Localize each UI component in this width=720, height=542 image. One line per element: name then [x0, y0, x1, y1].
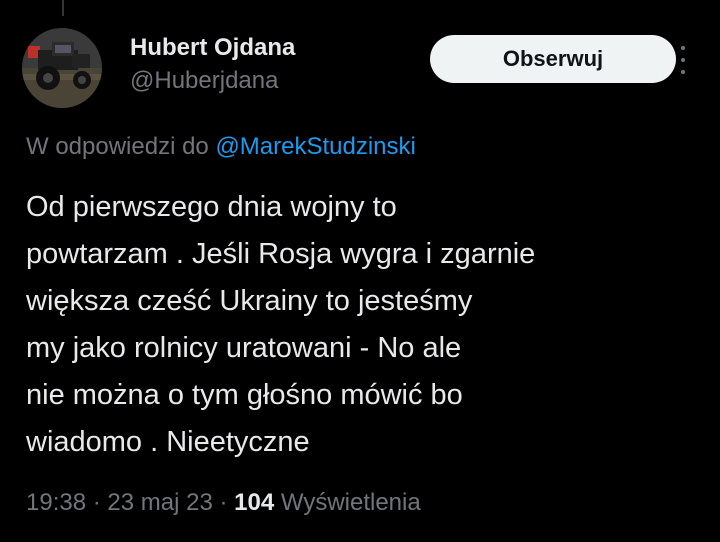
- follow-button[interactable]: Obserwuj: [430, 35, 676, 83]
- tweet-line: powtarzam . Jeśli Rosja wygra i zgarnie: [26, 238, 536, 270]
- tweet-time[interactable]: 19:38: [26, 489, 86, 516]
- tweet-meta: 19:38 · 23 maj 23 · 104 Wyświetlenia: [26, 488, 421, 518]
- tractor-avatar[interactable]: [22, 28, 102, 108]
- tweet-line: nie można o tym głośno mówić bo: [26, 379, 463, 411]
- author-handle[interactable]: @Huberjdana: [130, 66, 295, 96]
- tweet-date[interactable]: 23 maj 23: [107, 489, 212, 516]
- meta-separator: ·: [219, 489, 228, 516]
- reply-mention-link[interactable]: @MarekStudzinski: [215, 133, 415, 160]
- views-count[interactable]: 104: [234, 489, 274, 516]
- thread-connector-line: [62, 0, 64, 16]
- tweet-header: Hubert Ojdana @Huberjdana Obserwuj: [22, 28, 698, 108]
- tractor-photo-icon: [22, 28, 102, 108]
- more-dot: [681, 46, 685, 50]
- tweet-line: wiadomo . Nieetyczne: [26, 426, 310, 458]
- tweet-text: Od pierwszego dnia wojny to powtarzam . …: [26, 184, 702, 466]
- tweet-line: Od pierwszego dnia wojny to: [26, 191, 397, 223]
- tweet-line: większa cześć Ukrainy to jesteśmy: [26, 285, 473, 317]
- author-display-name[interactable]: Hubert Ojdana: [130, 34, 295, 62]
- author-names: Hubert Ojdana @Huberjdana: [130, 34, 295, 96]
- tweet-line: my jako rolnicy uratowani - No ale: [26, 332, 462, 364]
- more-dot: [681, 70, 685, 74]
- views-label: Wyświetlenia: [280, 489, 421, 516]
- more-dot: [681, 58, 685, 62]
- reply-prefix: W odpowiedzi do: [26, 133, 209, 160]
- more-vertical-icon[interactable]: [676, 46, 690, 74]
- meta-separator: ·: [92, 489, 101, 516]
- reply-context: W odpowiedzi do @MarekStudzinski: [26, 132, 416, 162]
